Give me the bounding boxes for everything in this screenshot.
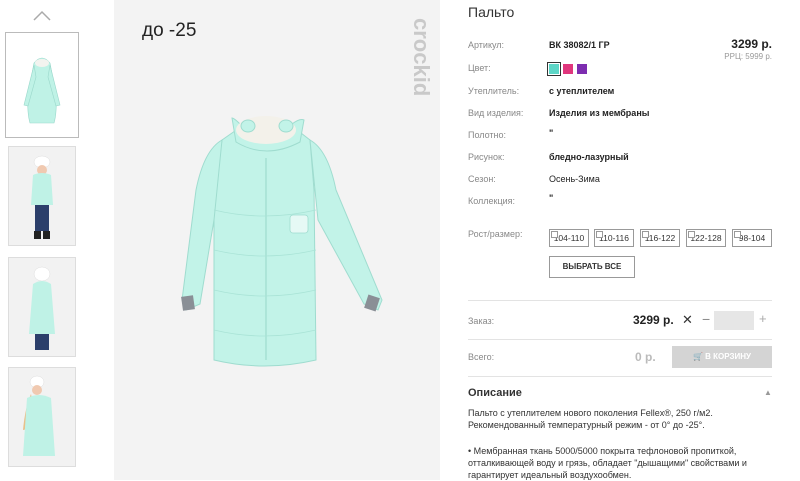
size-option-122-128[interactable]: 122-128 xyxy=(686,229,726,247)
size-checkbox-icon xyxy=(688,231,695,238)
size-option-104-110[interactable]: 104-110 xyxy=(549,229,589,247)
divider xyxy=(468,300,772,301)
caret-up-icon[interactable]: ▲ xyxy=(764,388,772,397)
article-label: Артикул: xyxy=(468,40,505,50)
cart-icon: 🛒 xyxy=(692,352,703,361)
size-option-110-116[interactable]: 110-116 xyxy=(594,229,634,247)
size-checkbox-icon xyxy=(551,231,558,238)
size-checkbox-icon xyxy=(642,231,649,238)
quantity-increase-button[interactable]: + xyxy=(759,311,767,326)
order-label: Заказ: xyxy=(468,316,495,326)
divider xyxy=(468,339,772,340)
add-to-cart-button[interactable]: 🛒 В КОРЗИНУ xyxy=(672,346,772,368)
article-value: ВК 38082/1 ГР xyxy=(549,40,610,50)
product-title: Пальто xyxy=(468,4,515,20)
close-icon[interactable]: ✕ xyxy=(682,312,693,328)
size-checkbox-icon xyxy=(596,231,603,238)
product-type-label: Вид изделия: xyxy=(468,108,524,118)
pattern-value: бледно-лазурный xyxy=(549,152,629,162)
collection-label: Коллекция: xyxy=(468,196,516,206)
color-label: Цвет: xyxy=(468,63,491,73)
total-label: Всего: xyxy=(468,352,495,362)
thumbnail-3[interactable] xyxy=(8,257,76,357)
main-product-image xyxy=(114,0,440,480)
size-option-116-122[interactable]: 116-122 xyxy=(640,229,680,247)
description-paragraph-2: • Мембранная ткань 5000/5000 покрыта теф… xyxy=(468,446,747,480)
size-checkbox-icon xyxy=(734,231,741,238)
thumbnail-2[interactable] xyxy=(8,146,76,246)
insulation-value: с утеплителем xyxy=(549,86,615,96)
season-value: Осень-Зима xyxy=(549,174,600,184)
description-heading: Описание xyxy=(468,387,522,399)
size-label: Рост/размер: xyxy=(468,229,523,239)
promo-discount: до -25 xyxy=(142,20,197,41)
fabric-value: " xyxy=(549,128,554,138)
color-swatch-purple[interactable] xyxy=(577,64,587,74)
divider xyxy=(468,376,772,377)
color-swatch-pink[interactable] xyxy=(563,64,573,74)
total-value: 0 р. xyxy=(635,350,656,364)
order-price: 3299 р. xyxy=(633,313,674,327)
coat-illustration xyxy=(181,116,383,367)
brand-logo: crockid xyxy=(409,18,430,96)
thumbnails-up-chevron-icon[interactable] xyxy=(30,6,54,24)
color-swatch-mint[interactable] xyxy=(547,62,561,76)
product-type-value: Изделия из мембраны xyxy=(549,108,650,118)
select-all-button[interactable]: ВЫБРАТЬ ВСЕ xyxy=(549,256,635,278)
recommended-price: РРЦ: 5999 р. xyxy=(724,52,772,61)
season-label: Сезон: xyxy=(468,174,496,184)
thumbnail-1[interactable] xyxy=(5,32,79,138)
size-option-98-104[interactable]: 98-104 xyxy=(732,229,772,247)
thumbnail-4[interactable] xyxy=(8,367,76,467)
description-paragraph-1: Пальто с утеплителем нового поколения Fe… xyxy=(468,408,713,430)
pattern-label: Рисунок: xyxy=(468,152,505,162)
fabric-label: Полотно: xyxy=(468,130,507,140)
svg-text:crockid: crockid xyxy=(409,18,430,96)
quantity-decrease-button[interactable]: − xyxy=(702,311,710,327)
quantity-input[interactable] xyxy=(714,311,754,330)
price: 3299 р. xyxy=(731,37,772,51)
collection-value: " xyxy=(549,193,554,203)
insulation-label: Утеплитель: xyxy=(468,86,520,96)
